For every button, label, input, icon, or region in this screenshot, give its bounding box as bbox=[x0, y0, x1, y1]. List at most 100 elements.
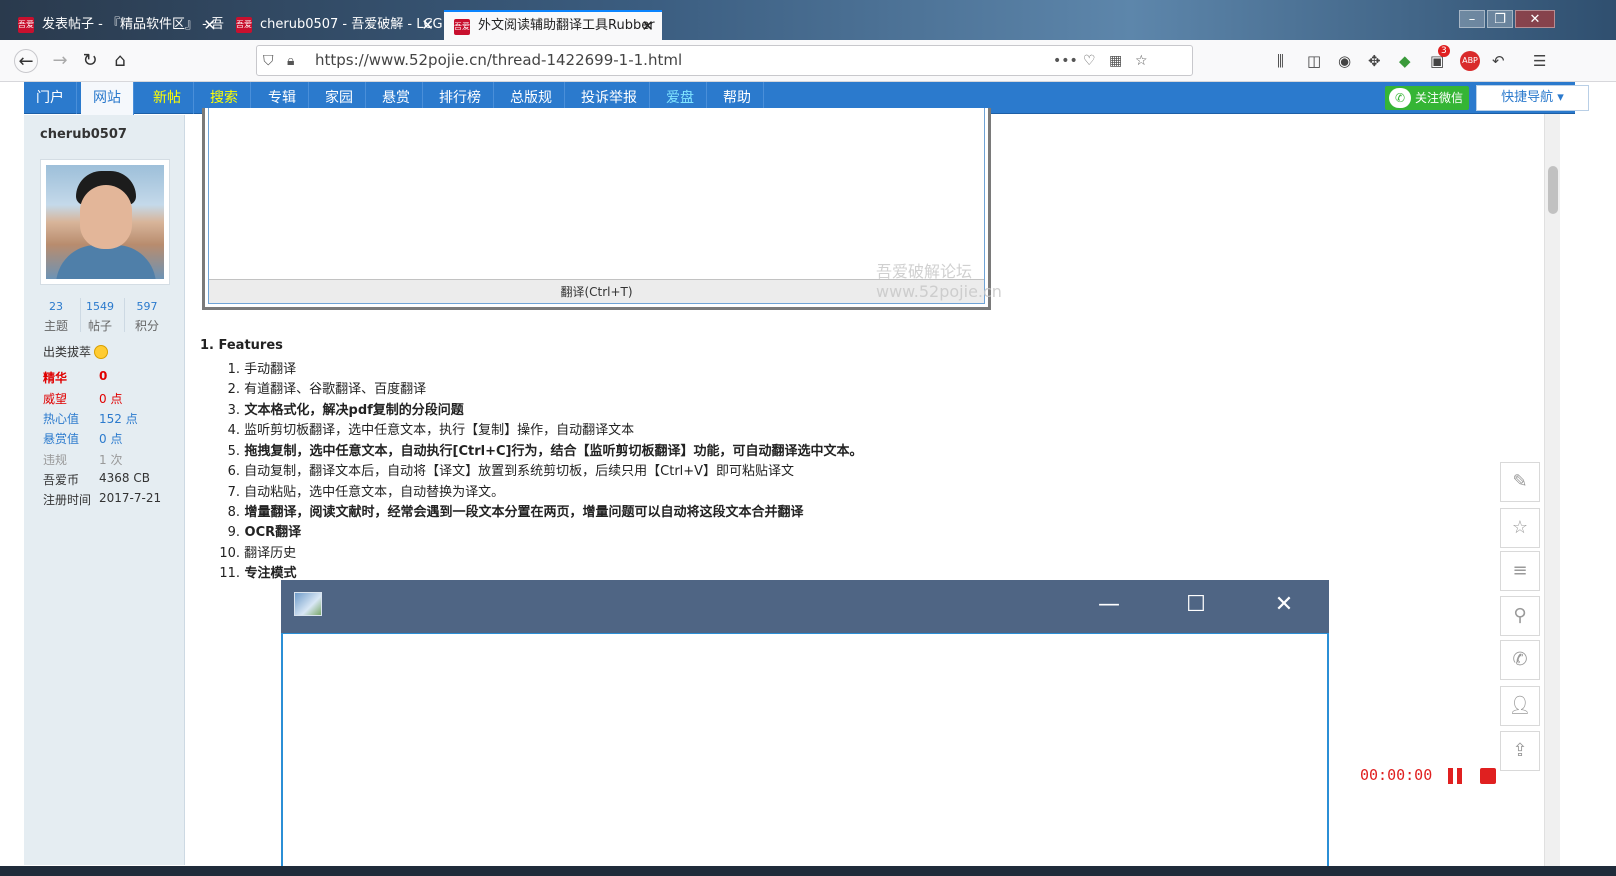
quick-nav-dropdown[interactable]: 快捷导航 ▾ bbox=[1476, 85, 1589, 111]
profile-key: 吾爱币 bbox=[43, 473, 80, 487]
tab-close-icon[interactable]: ✕ bbox=[421, 10, 434, 40]
close-icon[interactable]: ✕ bbox=[1264, 588, 1304, 622]
list-item: 7. 自动粘贴，选中任意文本，自动替换为译文。 bbox=[200, 481, 505, 500]
browser-tab-2[interactable]: 吾爱 cherub0507 - 吾爱破解 - LCG ✕ bbox=[226, 10, 442, 40]
adblock-icon[interactable]: ABP bbox=[1460, 51, 1480, 71]
profile-value: 0 点 bbox=[99, 392, 123, 406]
maximize-icon[interactable]: ☐ bbox=[1176, 588, 1216, 622]
app-text-area[interactable] bbox=[281, 633, 1329, 876]
profile-key[interactable]: 威望 bbox=[43, 390, 103, 407]
profile-key[interactable]: 悬赏值 bbox=[43, 430, 103, 447]
browser-toolbar: ← → ↻ ⌂ ⛉ 🔒︎ https://www.52pojie.cn/thre… bbox=[0, 40, 1616, 82]
star-icon[interactable]: ☆ bbox=[1500, 508, 1540, 548]
bookmark-star-icon[interactable]: ☆ bbox=[1135, 50, 1148, 72]
os-taskbar bbox=[0, 866, 1616, 876]
list-item: 10. 翻译历史 bbox=[200, 542, 296, 561]
lock-icon[interactable]: 🔒︎ bbox=[287, 50, 294, 72]
window-restore-icon[interactable]: ❐ bbox=[1487, 10, 1513, 28]
stat-posts[interactable]: 1549 帖子 bbox=[76, 300, 124, 334]
item-text: 翻译历史 bbox=[244, 546, 297, 561]
browser-tab-1[interactable]: 吾爱 发表帖子 - 『精品软件区』 - 吾 ✕ bbox=[8, 10, 224, 40]
more-actions-icon[interactable]: ••• bbox=[1053, 50, 1078, 72]
tab-title: 发表帖子 - 『精品软件区』 - 吾 bbox=[42, 17, 224, 32]
search-icon[interactable]: ⚲ bbox=[1500, 596, 1540, 636]
list-item: 3. 文本格式化，解决pdf复制的分段问题 bbox=[200, 399, 464, 418]
pause-icon[interactable] bbox=[1448, 768, 1462, 784]
library-icon[interactable]: ⫼ bbox=[1277, 51, 1284, 71]
tab-close-icon[interactable]: ✕ bbox=[641, 12, 654, 40]
item-number: 7. bbox=[227, 485, 240, 500]
back-arrow-icon[interactable]: ↶ bbox=[1492, 51, 1505, 71]
shield-icon[interactable]: ⛉ bbox=[263, 50, 274, 72]
stat-points[interactable]: 597 积分 bbox=[123, 300, 171, 334]
forward-icon[interactable]: → bbox=[48, 49, 72, 73]
app-title-bar[interactable]: — ☐ ✕ bbox=[281, 580, 1329, 633]
item-text: 自动复制，翻译文本后，自动将【译文】放置到系统剪切板，后续只用【Ctrl+V】即… bbox=[244, 464, 795, 479]
url-text[interactable]: https://www.52pojie.cn/thread-1422699-1-… bbox=[315, 46, 682, 75]
author-username[interactable]: cherub0507 bbox=[40, 127, 127, 142]
scrollbar-thumb[interactable] bbox=[1548, 166, 1558, 214]
item-text: 专注模式 bbox=[244, 566, 297, 581]
tab-close-icon[interactable]: ✕ bbox=[203, 10, 216, 40]
recording-timer: 00:00:00 bbox=[1360, 766, 1433, 784]
sidebar-icon[interactable]: ◫ bbox=[1307, 51, 1321, 71]
stat-label: 主题 bbox=[43, 319, 68, 333]
window-minimize-icon[interactable]: – bbox=[1459, 10, 1485, 28]
nav-item-site[interactable]: 网站 bbox=[81, 82, 134, 115]
list-item: 9. OCR翻译 bbox=[200, 521, 302, 540]
back-icon[interactable]: ← bbox=[14, 49, 38, 73]
list-icon[interactable]: ≡ bbox=[1500, 551, 1540, 591]
profile-key[interactable]: 热心值 bbox=[43, 410, 103, 427]
window-close-icon[interactable]: ✕ bbox=[1515, 10, 1555, 28]
watermark: 吾爱破解论坛 www.52pojie.cn bbox=[876, 262, 1002, 302]
watermark-line: 吾爱破解论坛 bbox=[876, 262, 973, 281]
nav-item-new-posts[interactable]: 新帖 bbox=[141, 82, 194, 114]
item-number: 11. bbox=[219, 566, 240, 581]
account-icon[interactable]: ◉ bbox=[1338, 51, 1351, 71]
item-text: 手动翻译 bbox=[244, 362, 297, 377]
profile-value: 152 点 bbox=[99, 412, 138, 426]
wechat-icon[interactable]: ✆ bbox=[1500, 640, 1540, 680]
profile-value: 0 点 bbox=[99, 432, 123, 446]
item-number: 6. bbox=[227, 464, 240, 479]
globe-icon[interactable]: ◆ bbox=[1399, 51, 1411, 71]
stat-value: 23 bbox=[49, 300, 63, 313]
qr-code-icon[interactable]: ▦ bbox=[1109, 50, 1122, 72]
screenshot-frame bbox=[208, 108, 985, 304]
stat-label: 帖子 bbox=[87, 319, 112, 333]
avatar[interactable] bbox=[40, 159, 170, 285]
minimize-icon[interactable]: — bbox=[1089, 588, 1129, 622]
profile-key: 精华 bbox=[43, 371, 68, 385]
list-item: 1. 手动翻译 bbox=[200, 358, 297, 377]
badge-count: 3 bbox=[1438, 45, 1450, 57]
browser-tab-active[interactable]: 吾爱 外文阅读辅助翻译工具Rubber ✕ bbox=[444, 10, 662, 40]
item-number: 1. bbox=[227, 362, 240, 377]
site-favicon-icon: 吾爱 bbox=[18, 17, 34, 33]
follow-wechat-button[interactable]: ✆ 关注微信 bbox=[1385, 86, 1470, 110]
stat-threads[interactable]: 23 主题 bbox=[32, 300, 80, 334]
back-to-top-icon[interactable]: ⇪ bbox=[1500, 731, 1540, 771]
address-bar[interactable]: ⛉ 🔒︎ https://www.52pojie.cn/thread-14226… bbox=[256, 45, 1193, 76]
item-text: 增量翻译，阅读文献时，经常会遇到一段文本分置在两页，增量问题可以自动将这段文本合… bbox=[244, 505, 804, 520]
user-icon[interactable]: 👤︎ bbox=[1500, 686, 1540, 726]
menu-icon[interactable]: ☰ bbox=[1533, 51, 1546, 71]
edit-icon[interactable]: ✎ bbox=[1500, 462, 1540, 502]
translator-app-window[interactable]: — ☐ ✕ bbox=[281, 580, 1329, 876]
item-number: 5. bbox=[227, 444, 240, 459]
stat-value: 1549 bbox=[86, 300, 114, 313]
reload-icon[interactable]: ↻ bbox=[78, 49, 102, 73]
home-icon[interactable]: ⌂ bbox=[108, 49, 132, 73]
list-item: 2. 有道翻译、谷歌翻译、百度翻译 bbox=[200, 378, 427, 397]
stop-icon[interactable] bbox=[1480, 768, 1496, 784]
pocket-icon[interactable]: ♡ bbox=[1083, 50, 1096, 72]
page-scrollbar[interactable] bbox=[1544, 114, 1560, 876]
profile-key: 注册时间 bbox=[43, 493, 92, 507]
item-number: 8. bbox=[227, 505, 240, 520]
stat-label: 积分 bbox=[134, 319, 159, 333]
list-item: 4. 监听剪切板翻译，选中任意文本，执行【复制】操作，自动翻译文本 bbox=[200, 419, 635, 438]
item-text: 拖拽复制，选中任意文本，自动执行[Ctrl+C]行为，结合【监听剪切板翻译】功能… bbox=[244, 444, 863, 459]
badge-extension-icon[interactable]: ▣ 3 bbox=[1430, 45, 1450, 71]
follow-wechat-label: 关注微信 bbox=[1415, 91, 1464, 105]
nav-item-portal[interactable]: 门户 bbox=[24, 82, 77, 114]
extension-icon[interactable]: ✥ bbox=[1368, 51, 1381, 71]
